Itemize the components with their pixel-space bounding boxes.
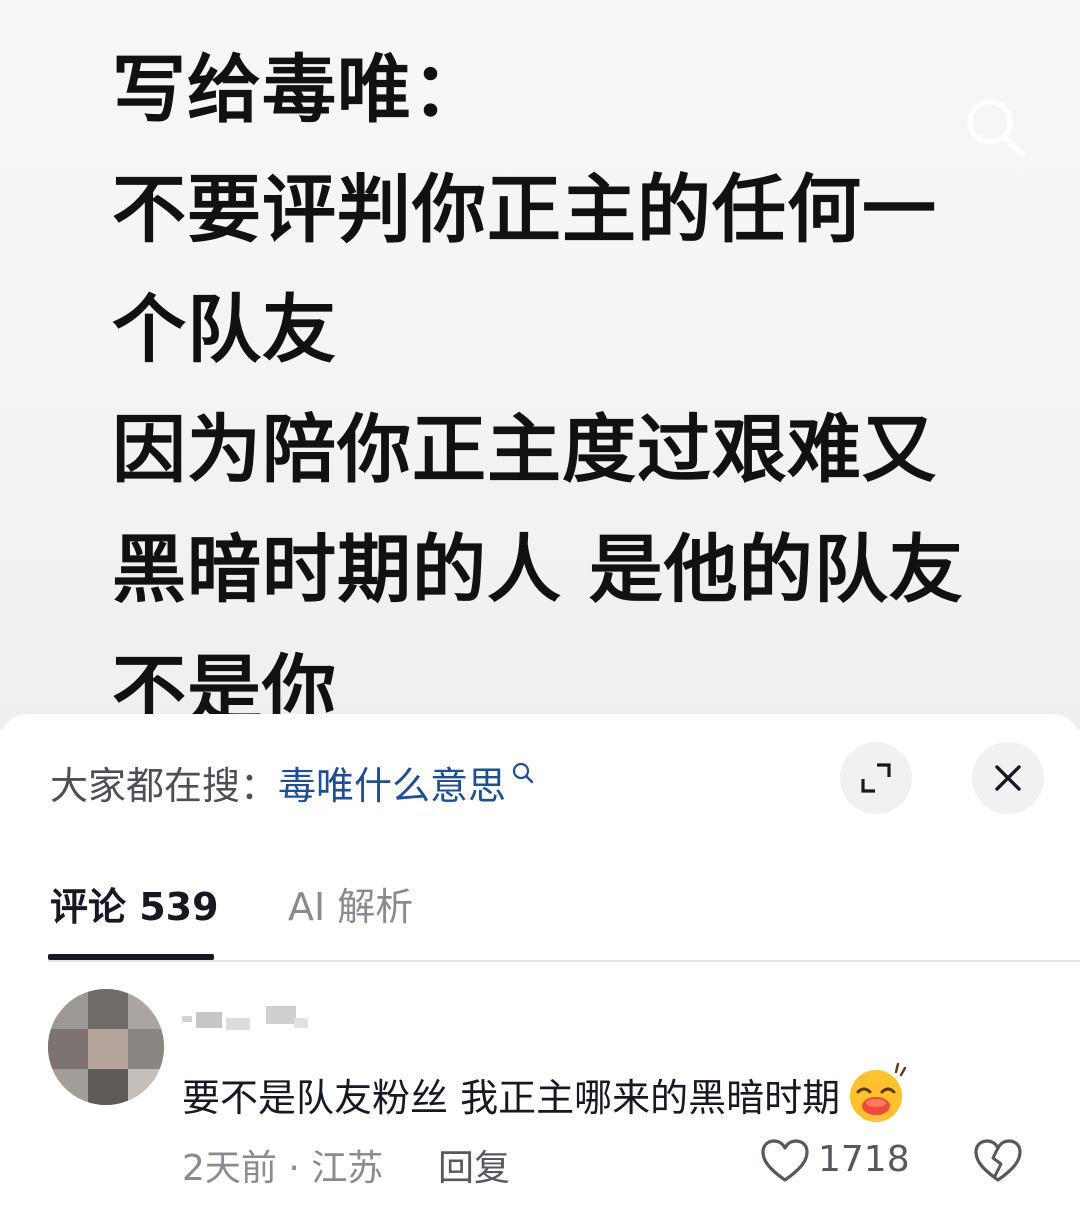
post-text-line: 不要评判你正主的任何一 bbox=[112, 167, 937, 253]
close-icon bbox=[995, 765, 1021, 791]
avatar[interactable] bbox=[48, 989, 164, 1105]
heart-icon[interactable] bbox=[760, 1138, 810, 1184]
expand-button[interactable] bbox=[840, 742, 912, 814]
tab-comments[interactable]: 评论 539 bbox=[50, 876, 219, 931]
comment-text: 要不是队友粉丝 我正主哪来的黑暗时期 bbox=[182, 1075, 841, 1120]
suggested-search-link[interactable]: 毒唯什么意思 bbox=[278, 755, 506, 810]
reply-button[interactable]: 回复 bbox=[438, 1139, 510, 1191]
tabs-divider bbox=[48, 960, 1080, 962]
post-text-line: 因为陪你正主度过艰难又 bbox=[112, 407, 937, 493]
comment-tabs: 评论 539 AI 解析 bbox=[0, 864, 1080, 962]
close-button[interactable] bbox=[972, 742, 1044, 814]
suggested-search[interactable]: 大家都在搜： 毒唯什么意思 bbox=[50, 754, 536, 810]
expand-icon bbox=[861, 763, 891, 793]
suggested-search-prefix: 大家都在搜： bbox=[50, 763, 279, 808]
post-text-line: 个队友 bbox=[112, 287, 337, 373]
search-icon bbox=[512, 762, 534, 784]
comment-text-row: 要不是队友粉丝 我正主哪来的黑暗时期 bbox=[182, 1062, 908, 1126]
tab-ai-analysis[interactable]: AI 解析 bbox=[288, 876, 413, 931]
like-count: 1718 bbox=[818, 1139, 910, 1180]
comment-time-location: 2天前 · 江苏 bbox=[182, 1148, 384, 1189]
comments-sheet: 大家都在搜： 毒唯什么意思 评论 539 AI 解析 要不是队友粉丝 我正主哪来… bbox=[0, 714, 1080, 1227]
post-text-line: 黑暗时期的人 是他的队友 bbox=[112, 527, 964, 613]
search-icon[interactable] bbox=[962, 96, 1032, 160]
post-text-line: 写给毒唯： bbox=[112, 47, 487, 133]
laughing-emoji-icon bbox=[850, 1062, 907, 1122]
post-image: 写给毒唯： 不要评判你正主的任何一 个队友 因为陪你正主度过艰难又 黑暗时期的人… bbox=[0, 0, 1080, 730]
broken-heart-icon[interactable] bbox=[972, 1138, 1024, 1184]
username-blurred[interactable] bbox=[182, 1002, 312, 1038]
